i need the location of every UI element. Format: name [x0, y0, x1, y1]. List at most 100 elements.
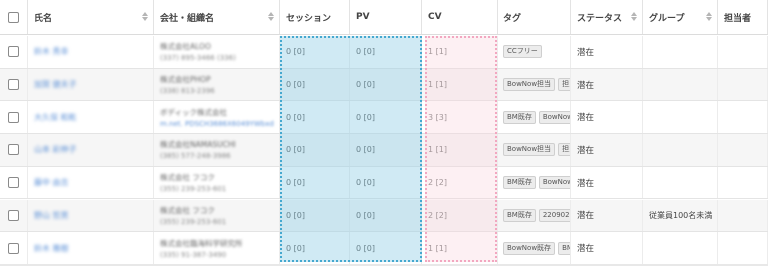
select-all-cell	[0, 0, 28, 34]
session-value: 0 [0]	[286, 80, 305, 90]
status-value: 潜在	[577, 178, 595, 189]
row-checkbox[interactable]	[8, 177, 19, 189]
tag-chip[interactable]: BM既存	[503, 208, 536, 222]
pv-cell: 0 [0]	[350, 199, 422, 232]
row-checkbox[interactable]	[8, 111, 19, 123]
tag-chip[interactable]: 担当	[558, 143, 570, 157]
pv-value: 0 [0]	[356, 210, 375, 220]
table-row[interactable]: 加賀 健夫子 株式会社PHOP (338) 813-2396 0 [0] 0 […	[0, 68, 768, 102]
column-header-name[interactable]: 氏名	[28, 0, 154, 34]
status-cell: 潜在	[571, 232, 643, 264]
company-info: 株式会社ALOO (337) 895-3466 (336)	[160, 41, 236, 62]
lead-name-link[interactable]: 野山 哲男	[34, 210, 69, 221]
tag-chip[interactable]: BowNow担当	[503, 143, 556, 157]
column-header-session[interactable]: セッション	[280, 0, 350, 34]
tag-chip[interactable]: BowNow既存	[503, 241, 556, 255]
row-checkbox[interactable]	[8, 46, 19, 58]
table-row[interactable]: 鈴木 秀幸 株式会社ALOO (337) 895-3466 (336) 0 [0…	[0, 36, 768, 69]
column-header-cv[interactable]: CV	[422, 0, 498, 34]
status-cell: 潜在	[571, 166, 643, 199]
session-value: 0 [0]	[286, 210, 305, 220]
lead-name-link[interactable]: 鈴木 雅樹	[34, 243, 69, 254]
tag-chip[interactable]: 担当	[558, 78, 570, 92]
session-value: 0 [0]	[286, 112, 305, 122]
company-name: 株式会社 フコク	[160, 205, 215, 215]
row-select-cell	[0, 134, 28, 166]
row-checkbox[interactable]	[8, 209, 19, 221]
session-value: 0 [0]	[286, 47, 305, 57]
tag-chip[interactable]: BM既存	[503, 176, 536, 190]
sort-icon[interactable]	[268, 12, 274, 22]
tag-cell: BowNow担当担当	[498, 134, 571, 166]
sort-icon[interactable]	[142, 12, 148, 22]
name-cell[interactable]: 山本 彩伸子	[28, 134, 154, 166]
column-header-tag[interactable]: タグ	[498, 0, 571, 34]
status-cell: 潜在	[571, 101, 643, 134]
pv-cell: 0 [0]	[350, 134, 422, 166]
cv-value: 1 [1]	[428, 80, 447, 90]
cv-value: 1 [1]	[428, 243, 447, 253]
tag-cell: BM既存 2209023	[498, 199, 571, 232]
select-all-checkbox[interactable]	[8, 11, 19, 23]
table-row[interactable]: 山本 彩伸子 株式会社NAMASUCHI (385) 577-248-3986 …	[0, 134, 768, 167]
lead-name-link[interactable]: 鈴木 秀幸	[34, 46, 69, 57]
session-value: 0 [0]	[286, 145, 305, 155]
row-select-cell	[0, 232, 28, 264]
name-cell[interactable]: 鈴木 雅樹	[28, 232, 154, 264]
company-name: 株式会社PHOP	[160, 75, 211, 85]
column-header-company[interactable]: 会社・組織名	[154, 0, 280, 34]
tag-chip[interactable]: BowNow担当	[503, 78, 556, 92]
company-info: 株式会社 フコク (355) 239-253-601	[160, 172, 226, 193]
row-checkbox[interactable]	[8, 79, 19, 91]
company-detail: (338) 813-2396	[160, 87, 215, 96]
lead-name-link[interactable]: 大久保 和乾	[34, 112, 77, 123]
status-cell: 潜在	[571, 134, 643, 166]
session-value: 0 [0]	[286, 178, 305, 188]
lead-name-link[interactable]: 加賀 健夫子	[34, 79, 77, 90]
company-name: 株式会社 フコク	[160, 173, 215, 183]
tag-chip[interactable]: CCフリー	[503, 45, 542, 59]
name-cell[interactable]: 大久保 和乾	[28, 101, 154, 134]
company-detail: (355) 239-253-601	[160, 185, 227, 194]
group-cell	[643, 134, 718, 166]
table-row[interactable]: 野山 哲男 株式会社 フコク (355) 239-253-601 0 [0] 0…	[0, 199, 768, 233]
status-value: 潜在	[577, 244, 595, 255]
company-info: 株式会社PHOP (338) 813-2396	[160, 74, 215, 95]
row-checkbox[interactable]	[8, 242, 19, 254]
column-header-group[interactable]: グループ	[643, 0, 718, 34]
name-cell[interactable]: 野山 哲男	[28, 199, 154, 232]
tag-chip[interactable]: BowNow	[538, 110, 570, 124]
tag-chip[interactable]: BM既存	[503, 110, 536, 124]
session-cell: 0 [0]	[280, 166, 350, 199]
tag-chip[interactable]: 2209023	[538, 208, 570, 222]
tag-chip[interactable]: BM	[558, 241, 570, 255]
status-value: 潜在	[577, 80, 595, 91]
sort-icon[interactable]	[631, 12, 637, 22]
column-header-company-label: 会社・組織名	[160, 13, 215, 24]
cv-cell: 2 [2]	[422, 166, 498, 199]
company-detail: (355) 239-253-601	[160, 217, 227, 226]
name-cell[interactable]: 鈴木 秀幸	[28, 36, 154, 68]
company-detail: (335) 91-387-3490	[160, 250, 227, 259]
name-cell[interactable]: 藤中 由吉	[28, 166, 154, 199]
table-row[interactable]: 藤中 由吉 株式会社 フコク (355) 239-253-601 0 [0] 0…	[0, 166, 768, 200]
name-cell[interactable]: 加賀 健夫子	[28, 68, 154, 101]
column-header-group-label: グループ	[649, 13, 685, 24]
column-header-pv[interactable]: PV	[350, 0, 422, 34]
row-select-cell	[0, 36, 28, 68]
row-select-cell	[0, 101, 28, 134]
company-cell: 株式会社 フコク (355) 239-253-601	[154, 166, 280, 199]
column-header-status[interactable]: ステータス	[571, 0, 643, 34]
sort-icon[interactable]	[706, 12, 712, 22]
column-header-tag-label: タグ	[503, 13, 522, 24]
column-header-owner[interactable]: 担当者	[718, 0, 768, 34]
table-row[interactable]: 鈴木 雅樹 株式会社臨海科学研究所 (335) 91-387-3490 0 [0…	[0, 232, 768, 265]
table-row[interactable]: 大久保 和乾 ボディック株式会社 m.net. PDSCH3686X6049YW…	[0, 101, 768, 135]
company-cell: 株式会社 フコク (355) 239-253-601	[154, 199, 280, 232]
lead-name-link[interactable]: 藤中 由吉	[34, 177, 69, 188]
row-checkbox[interactable]	[8, 144, 19, 156]
pv-value: 0 [0]	[356, 178, 375, 188]
lead-name-link[interactable]: 山本 彩伸子	[34, 144, 77, 155]
company-name: 株式会社NAMASUCHI	[160, 140, 236, 150]
tag-chip[interactable]: BowNow	[538, 176, 570, 190]
